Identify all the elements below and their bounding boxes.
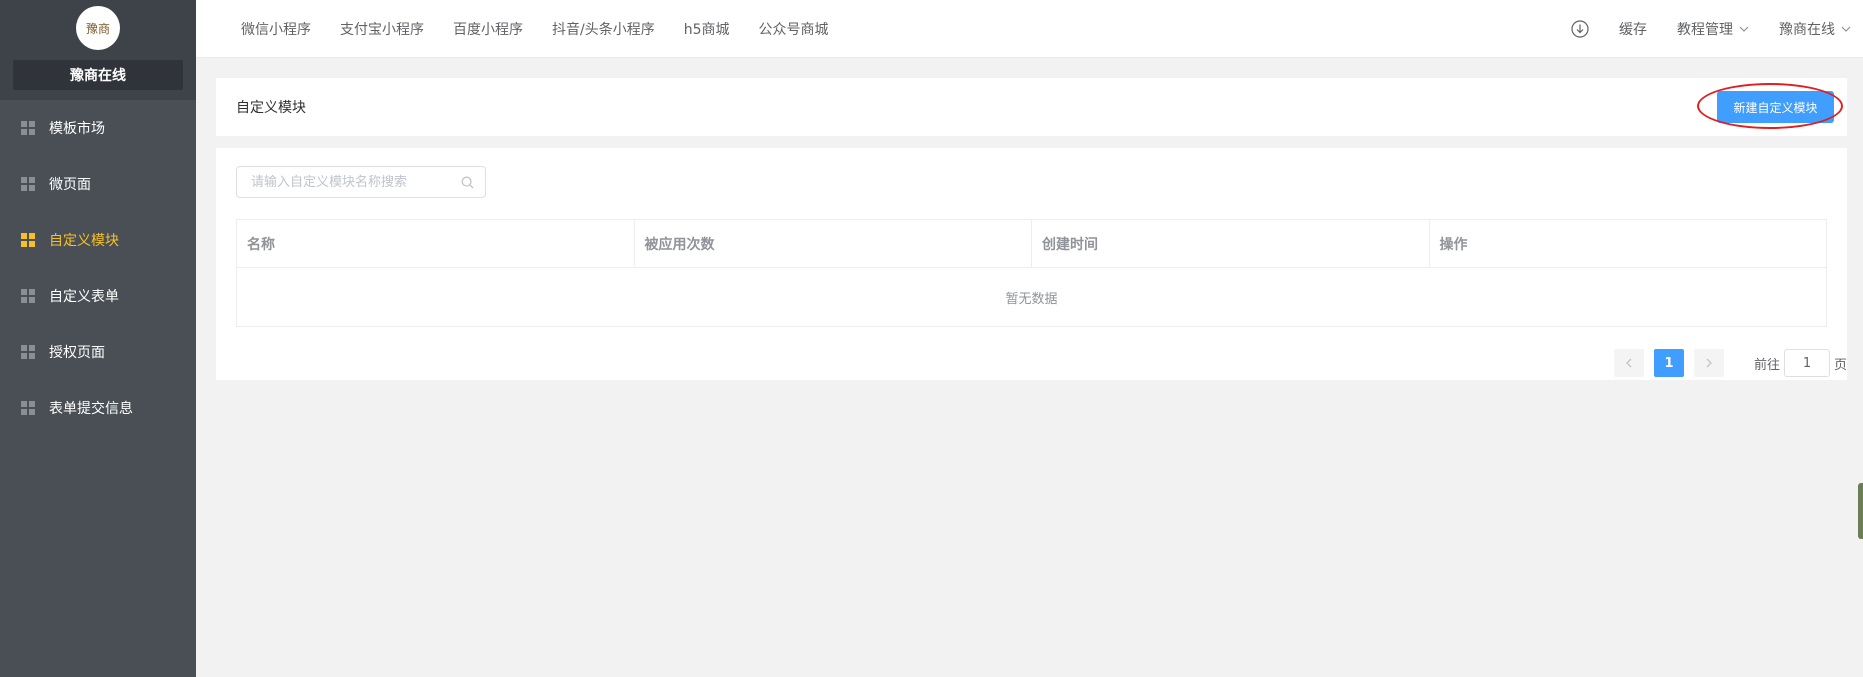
top-navbar: 微信小程序 支付宝小程序 百度小程序 抖音/头条小程序 h5商城 公众号商城 缓… xyxy=(196,0,1863,58)
nav-official-account-mall[interactable]: 公众号商城 xyxy=(759,19,829,39)
shop-name: 豫商在线 xyxy=(13,60,183,90)
table-header: 名称 被应用次数 创建时间 操作 xyxy=(237,220,1826,268)
download-icon xyxy=(1571,20,1589,38)
tutorial-label: 教程管理 xyxy=(1677,22,1733,38)
nav-baidu-miniprogram[interactable]: 百度小程序 xyxy=(453,19,523,39)
search-box xyxy=(236,166,486,198)
sidebar-item-label: 表单提交信息 xyxy=(49,401,133,417)
cache-button[interactable]: 缓存 xyxy=(1619,19,1647,39)
goto-label: 前往 xyxy=(1753,357,1780,373)
chevron-down-icon xyxy=(1841,26,1851,32)
column-header-name: 名称 xyxy=(237,220,635,267)
sidebar-item-label: 模板市场 xyxy=(49,121,105,137)
nav-h5-mall[interactable]: h5商城 xyxy=(684,19,730,39)
column-header-actions: 操作 xyxy=(1439,236,1468,253)
user-name: 豫商在线 xyxy=(1779,22,1835,38)
sidebar-item-custom-form[interactable]: 自定义表单 xyxy=(0,268,196,324)
grid-icon xyxy=(21,345,35,359)
goto-page-input[interactable] xyxy=(1783,349,1830,377)
sidebar-item-auth-page[interactable]: 授权页面 xyxy=(0,324,196,380)
search-input[interactable] xyxy=(251,167,461,197)
page-suffix: 页 xyxy=(1833,357,1847,373)
nav-wechat-miniprogram[interactable]: 微信小程序 xyxy=(241,19,311,39)
sidebar-item-custom-module[interactable]: 自定义模块 xyxy=(0,212,196,268)
search-icon[interactable] xyxy=(461,176,474,189)
logo-icon: 豫商 xyxy=(77,7,119,49)
page-title: 自定义模块 xyxy=(236,100,306,116)
grid-icon xyxy=(21,289,35,303)
page-header: 自定义模块 新建自定义模块 xyxy=(216,78,1847,136)
sidebar-item-label: 微页面 xyxy=(49,177,91,193)
logo-lettering: 豫商 xyxy=(86,21,110,36)
prev-page-button[interactable] xyxy=(1613,349,1644,377)
module-table: 名称 被应用次数 创建时间 操作 暂无数据 xyxy=(236,219,1827,327)
sidebar-item-label: 授权页面 xyxy=(49,345,105,361)
tutorial-menu[interactable]: 教程管理 xyxy=(1677,19,1749,39)
column-header-usage-count: 被应用次数 xyxy=(635,220,1032,267)
sidebar-item-label: 自定义模块 xyxy=(49,233,119,249)
nav-douyin-miniprogram[interactable]: 抖音/头条小程序 xyxy=(552,19,655,39)
download-button[interactable] xyxy=(1571,20,1589,38)
page-jumper: 前往 页 xyxy=(1754,349,1847,377)
platform-nav: 微信小程序 支付宝小程序 百度小程序 抖音/头条小程序 h5商城 公众号商城 xyxy=(241,0,858,58)
chevron-down-icon xyxy=(1739,26,1749,32)
module-list-panel: 名称 被应用次数 创建时间 操作 暂无数据 1 前往 页 xyxy=(216,148,1847,380)
grid-icon xyxy=(21,401,35,415)
sidebar-item-template-market[interactable]: 模板市场 xyxy=(0,100,196,156)
sidebar-item-form-submissions[interactable]: 表单提交信息 xyxy=(0,380,196,436)
user-menu[interactable]: 豫商在线 xyxy=(1779,19,1851,39)
sidebar-item-micro-page[interactable]: 微页面 xyxy=(0,156,196,212)
grid-icon xyxy=(21,233,35,247)
side-drawer-handle[interactable] xyxy=(1858,483,1863,539)
next-page-button[interactable] xyxy=(1693,349,1724,377)
column-header-created-time: 创建时间 xyxy=(1032,220,1430,267)
sidebar-menu: 模板市场 微页面 自定义模块 自定义表单 授权页面 表单提交信息 xyxy=(0,100,196,436)
pagination: 1 前往 页 xyxy=(1613,349,1847,377)
page-number[interactable]: 1 xyxy=(1653,349,1684,377)
grid-icon xyxy=(21,177,35,191)
grid-icon xyxy=(21,121,35,135)
logo-area: 豫商 豫商在线 xyxy=(0,0,196,100)
sidebar-item-label: 自定义表单 xyxy=(49,289,119,305)
chevron-left-icon xyxy=(1626,358,1632,368)
user-nav: 缓存 教程管理 豫商在线 xyxy=(1541,0,1851,58)
chevron-right-icon xyxy=(1706,358,1712,368)
nav-alipay-miniprogram[interactable]: 支付宝小程序 xyxy=(340,19,424,39)
empty-state: 暂无数据 xyxy=(1005,291,1058,307)
shop-logo[interactable]: 豫商 xyxy=(76,6,120,50)
new-custom-module-button[interactable]: 新建自定义模块 xyxy=(1717,91,1834,123)
sidebar: 豫商 豫商在线 模板市场 微页面 自定义模块 自定义表单 授权页面 表单提交信息 xyxy=(0,0,196,677)
